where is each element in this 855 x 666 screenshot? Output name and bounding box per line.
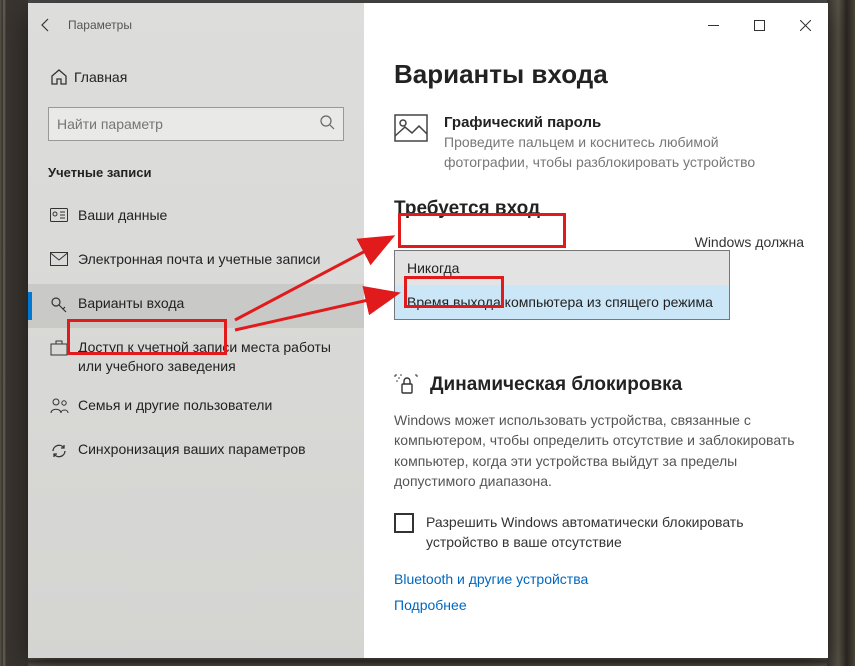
dynamic-lock-checkbox-row[interactable]: Разрешить Windows автоматически блокиров… [394,513,798,552]
back-button[interactable] [28,3,64,47]
nav-item-signin-options[interactable]: Варианты входа [28,284,364,328]
dropdown-option-wake[interactable]: Время выхода компьютера из спящего режим… [395,285,729,319]
checkbox[interactable] [394,513,414,533]
sync-icon [50,442,78,460]
window-title: Параметры [64,18,132,32]
nav-item-sync[interactable]: Синхронизация ваших параметров [28,430,364,474]
sidebar: Главная Учетные записи Ваши данные Элект… [28,3,364,658]
picture-password-row[interactable]: Графический пароль Проведите пальцем и к… [394,114,798,172]
person-card-icon [50,208,78,222]
picture-password-desc: Проведите пальцем и коснитесь любимой фо… [444,133,798,172]
minimize-button[interactable] [690,10,736,40]
picture-password-icon [394,114,428,172]
require-signin-dropdown[interactable]: Никогда Время выхода компьютера из спяще… [394,250,730,320]
mail-icon [50,252,78,266]
link-bluetooth[interactable]: Bluetooth и другие устройства [394,571,798,587]
close-button[interactable] [782,10,828,40]
key-icon [50,296,78,314]
require-signin-trail: Windows должна [695,234,804,250]
dynamic-lock-desc: Windows может использовать устройства, с… [394,410,798,491]
link-more[interactable]: Подробнее [394,597,798,613]
dynamic-lock-heading: Динамическая блокировка [430,374,682,396]
nav-item-label: Доступ к учетной записи места работы или… [78,338,350,376]
nav-item-label: Варианты входа [78,294,350,313]
dropdown-option-never[interactable]: Никогда [395,251,729,285]
home-label: Главная [74,69,127,85]
main-content: Варианты входа Графический пароль Провед… [364,3,828,658]
home-icon [50,68,74,86]
require-signin-heading: Требуется вход [394,198,798,220]
titlebar: Параметры [28,3,828,47]
briefcase-icon [50,340,78,356]
section-header: Учетные записи [28,141,364,190]
nav-item-work-access[interactable]: Доступ к учетной записи места работы или… [28,328,364,386]
picture-password-title: Графический пароль [444,114,798,131]
search-icon [319,114,335,135]
nav-item-label: Ваши данные [78,206,350,225]
nav-list: Ваши данные Электронная почта и учетные … [28,190,364,474]
nav-item-label: Синхронизация ваших параметров [78,440,350,459]
page-heading: Варианты входа [394,59,798,90]
settings-window: Параметры Главная Учетные записи [28,3,828,658]
search-box[interactable] [48,107,344,141]
nav-item-label: Семья и другие пользователи [78,396,350,415]
nav-item-label: Электронная почта и учетные записи [78,250,350,269]
nav-item-family[interactable]: Семья и другие пользователи [28,386,364,430]
nav-item-your-info[interactable]: Ваши данные [28,196,364,240]
dynamic-lock-checkbox-label: Разрешить Windows автоматически блокиров… [426,513,798,552]
people-icon [50,398,78,414]
home-button[interactable]: Главная [28,57,364,97]
nav-item-email[interactable]: Электронная почта и учетные записи [28,240,364,284]
search-input[interactable] [57,116,319,132]
dynamic-lock-icon [394,374,420,396]
maximize-button[interactable] [736,10,782,40]
